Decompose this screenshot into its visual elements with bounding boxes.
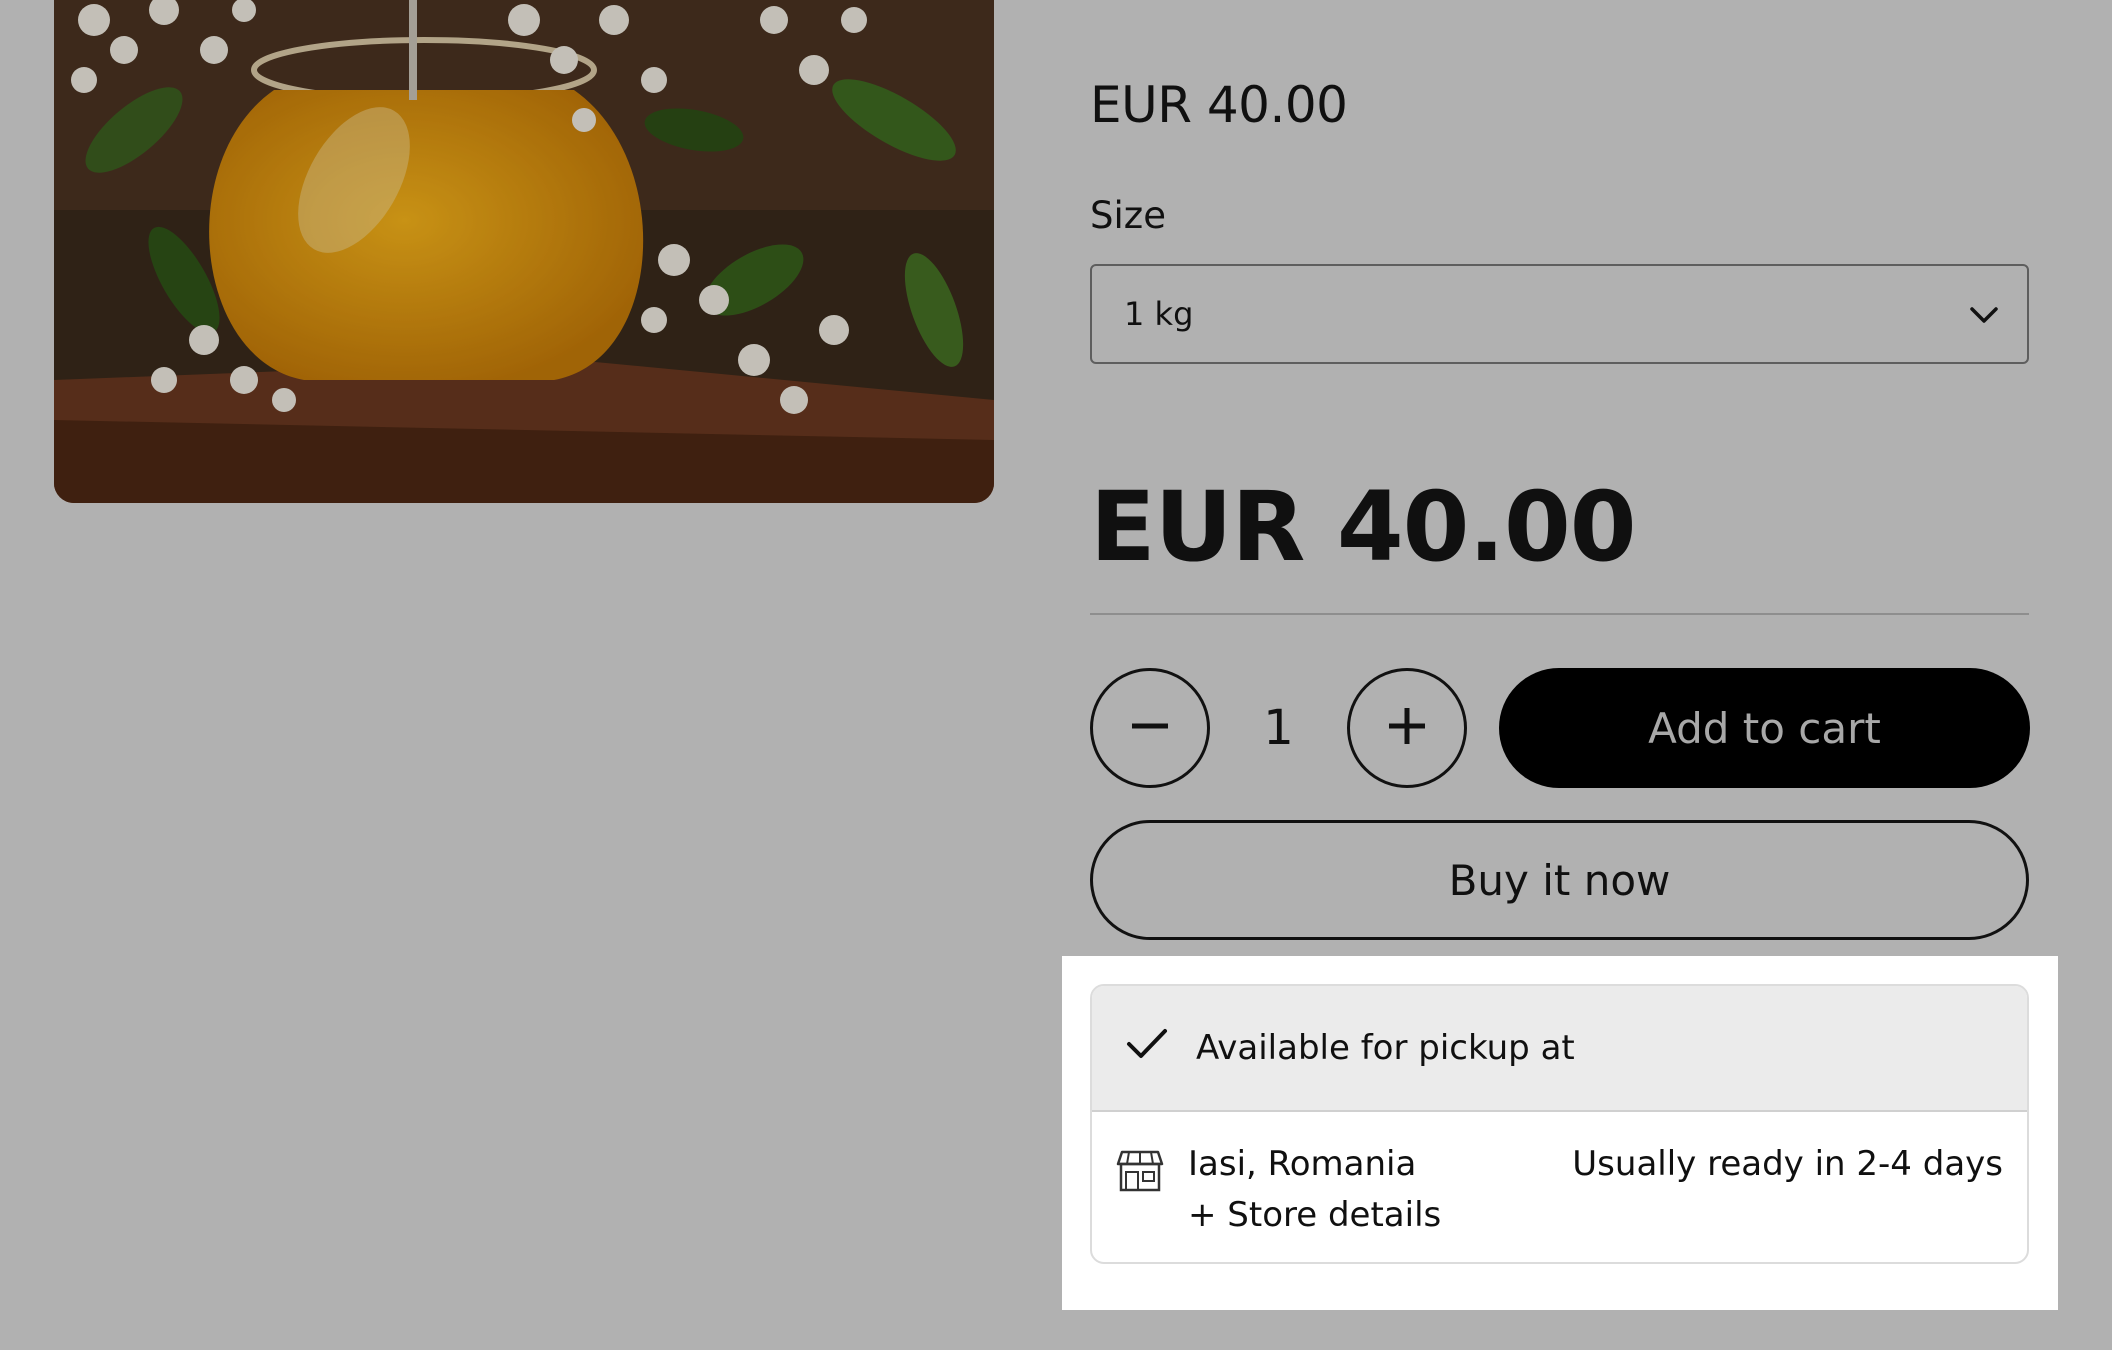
buy-it-now-button[interactable]: Buy it now xyxy=(1090,820,2029,940)
divider xyxy=(1090,613,2029,615)
store-details-link[interactable]: + Store details xyxy=(1188,1193,1441,1237)
store-icon xyxy=(1116,1148,1164,1196)
quantity-input[interactable]: 1 xyxy=(1210,668,1347,788)
pickup-availability-panel: Available for pickup at Iasi, Romania + … xyxy=(1062,956,2058,1310)
quantity-increase-button[interactable] xyxy=(1347,668,1467,788)
size-selected-value: 1 kg xyxy=(1124,295,1194,333)
product-image[interactable] xyxy=(54,0,994,503)
quantity-decrease-button[interactable] xyxy=(1090,668,1210,788)
store-location: Iasi, Romania xyxy=(1188,1144,1417,1184)
checkmark-icon xyxy=(1126,1027,1196,1070)
size-select[interactable]: 1 kg xyxy=(1090,264,2029,364)
size-label: Size xyxy=(1090,194,1166,237)
pickup-ready-time: Usually ready in 2-4 days xyxy=(1572,1144,2003,1184)
chevron-down-icon xyxy=(1969,295,1999,333)
pickup-availability-card: Available for pickup at Iasi, Romania + … xyxy=(1090,984,2029,1264)
add-to-cart-button[interactable]: Add to cart xyxy=(1499,668,2030,788)
pickup-status-text: Available for pickup at xyxy=(1196,1028,1575,1068)
minus-icon xyxy=(1130,706,1170,750)
pickup-store-row: Iasi, Romania + Store details Usually re… xyxy=(1092,1112,2027,1262)
pickup-status-header: Available for pickup at xyxy=(1092,986,2027,1112)
price-regular: EUR 40.00 xyxy=(1090,76,1348,134)
price-large: EUR 40.00 xyxy=(1090,471,1637,583)
plus-icon xyxy=(1387,706,1427,750)
